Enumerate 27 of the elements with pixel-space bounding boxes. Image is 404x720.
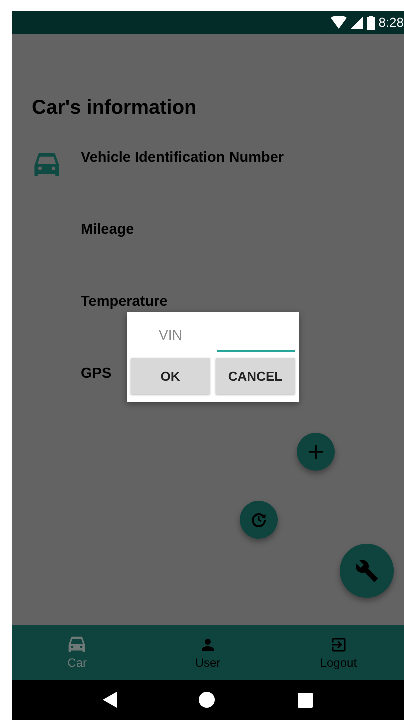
wrench-icon xyxy=(355,559,379,583)
clock-icon xyxy=(250,511,268,529)
plus-icon xyxy=(308,444,324,460)
field-label: VIN xyxy=(159,327,184,343)
cancel-button[interactable]: CANCEL xyxy=(216,358,295,394)
battery-icon xyxy=(366,16,375,30)
wrench-button[interactable] xyxy=(340,544,394,598)
field-label: Vehicle Identification Number xyxy=(81,150,284,166)
page-title: Car's information xyxy=(32,97,198,120)
field-label: Mileage xyxy=(81,222,134,238)
logout-icon xyxy=(330,636,348,654)
signal-icon xyxy=(350,16,363,28)
add-button[interactable] xyxy=(297,433,335,471)
status-time: 8:28 xyxy=(378,15,404,30)
field-label: GPS xyxy=(81,366,112,382)
history-button[interactable] xyxy=(240,501,278,539)
home-icon[interactable] xyxy=(199,692,216,708)
car-icon xyxy=(67,636,88,654)
nav-tab[interactable]: Logout xyxy=(273,625,404,680)
field-label: Temperature xyxy=(81,294,168,310)
recents-icon[interactable] xyxy=(298,692,313,708)
car-icon xyxy=(32,152,62,179)
nav-tab[interactable]: User xyxy=(142,625,274,680)
ok-button[interactable]: OK xyxy=(131,358,210,394)
back-icon[interactable] xyxy=(103,692,118,708)
wifi-icon xyxy=(330,16,347,29)
nav-tab[interactable]: Car xyxy=(12,625,143,680)
